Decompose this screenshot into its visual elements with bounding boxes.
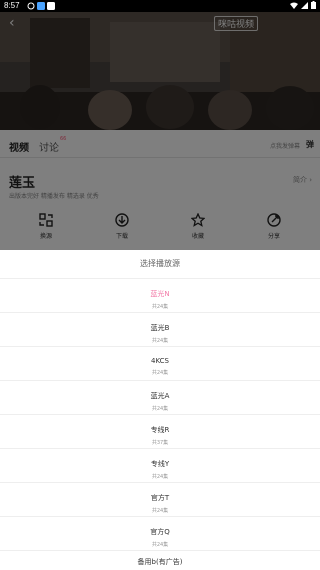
- episode-count: 共24集: [151, 338, 169, 344]
- source-name: 官方Q: [150, 528, 170, 536]
- battery-icon: [311, 1, 316, 9]
- status-time: 8:57: [4, 1, 20, 10]
- source-name: 蓝光N: [150, 290, 170, 298]
- episode-count: 共37集: [151, 440, 169, 446]
- app-icon-2: [47, 2, 55, 10]
- source-name: 蓝光A: [150, 392, 170, 400]
- episode-count: 共24集: [151, 508, 169, 514]
- source-option[interactable]: 专线R 共37集: [0, 414, 320, 448]
- episode-count: 共24集: [151, 304, 169, 310]
- source-option[interactable]: 蓝光B 共24集: [0, 312, 320, 346]
- source-name: 备用b(有广告): [137, 558, 183, 566]
- source-name: 4KCS: [151, 357, 169, 365]
- signal-icon: [301, 1, 308, 9]
- status-bar: 8:57: [0, 0, 320, 12]
- episode-count: 共24集: [151, 370, 169, 376]
- source-name: 专线Y: [150, 460, 170, 468]
- episode-count: 共24集: [151, 542, 169, 548]
- source-option[interactable]: 备用b(有广告): [0, 550, 320, 570]
- source-name: 官方T: [150, 494, 170, 502]
- source-option[interactable]: 蓝光N 共24集: [0, 278, 320, 312]
- source-name: 蓝光B: [150, 324, 170, 332]
- source-option[interactable]: 4KCS 共24集: [0, 346, 320, 380]
- source-picker-sheet: 选择播放源 蓝光N 共24集 蓝光B 共24集 4KCS 共24集 蓝光A 共2…: [0, 250, 320, 570]
- wifi-icon: [290, 2, 298, 9]
- source-option[interactable]: 专线Y 共24集: [0, 448, 320, 482]
- source-option[interactable]: 蓝光A 共24集: [0, 380, 320, 414]
- modal-backdrop[interactable]: [0, 12, 320, 250]
- episode-count: 共24集: [151, 474, 169, 480]
- app-icon: [37, 2, 45, 10]
- notification-icon: [27, 2, 35, 10]
- source-name: 专线R: [150, 426, 170, 434]
- sheet-title: 选择播放源: [140, 259, 180, 268]
- source-option[interactable]: 官方Q 共24集: [0, 516, 320, 550]
- episode-count: 共24集: [151, 406, 169, 412]
- source-option[interactable]: 官方T 共24集: [0, 482, 320, 516]
